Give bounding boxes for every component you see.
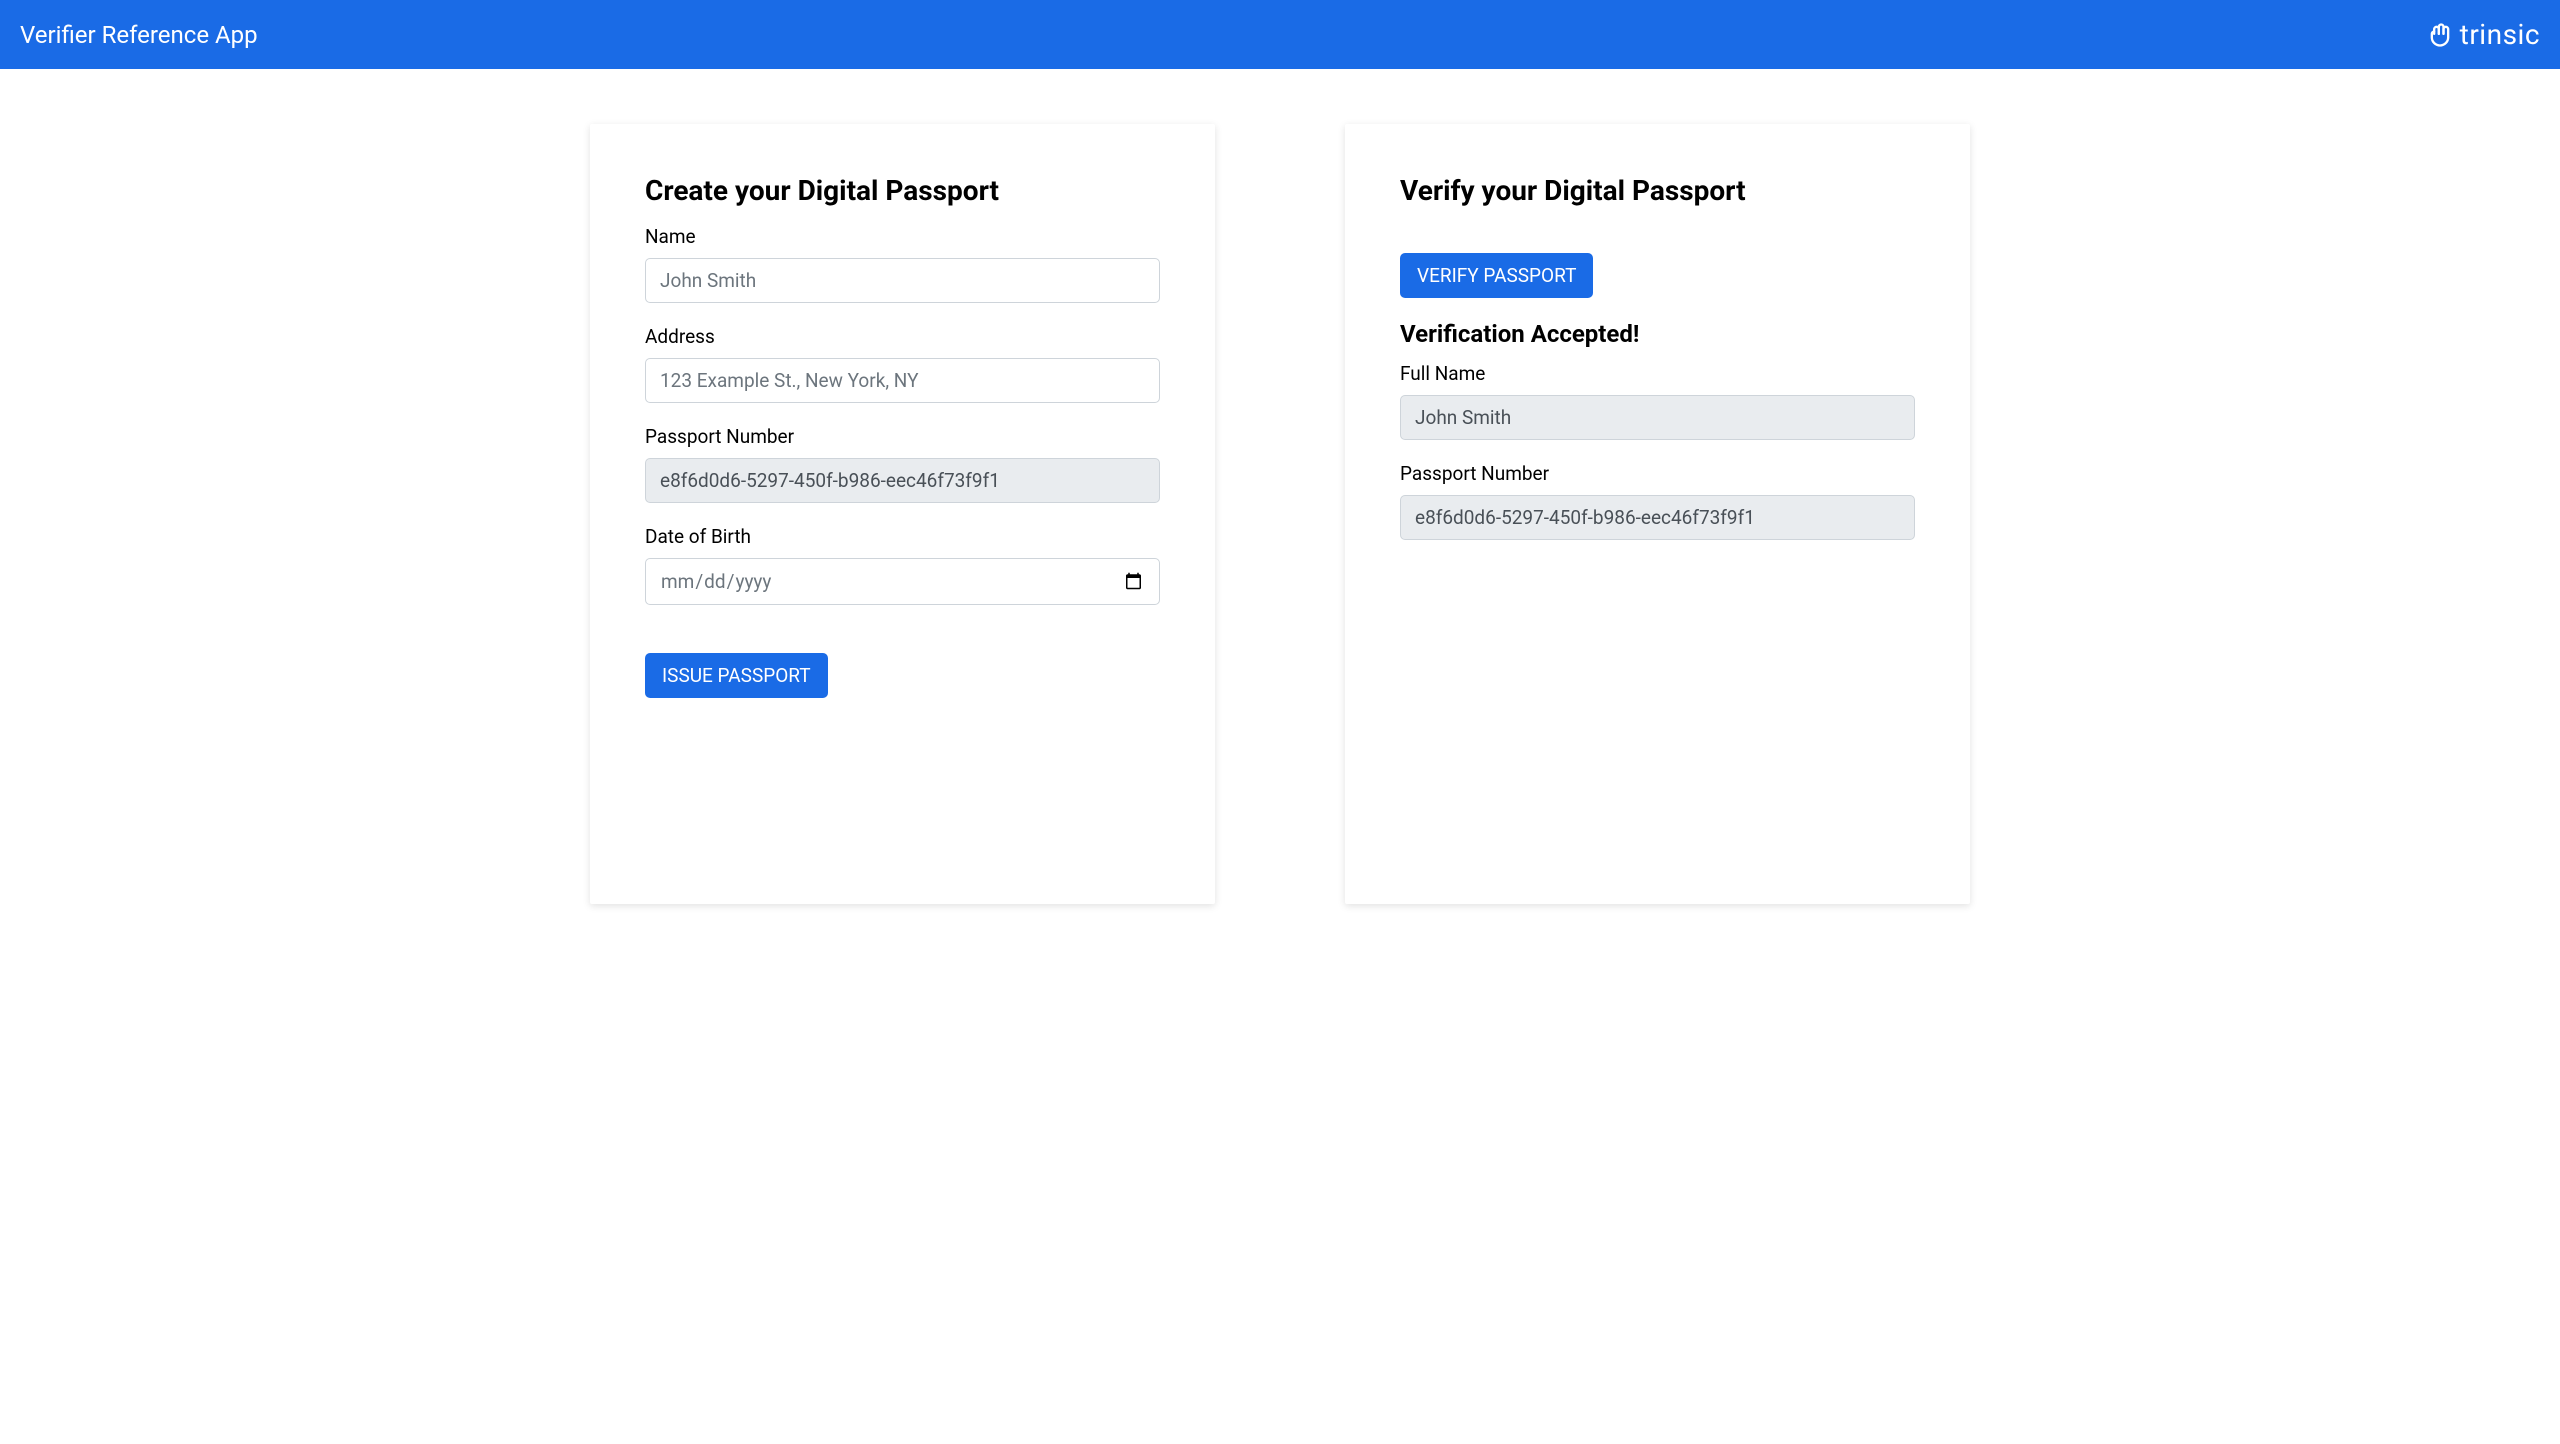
verify-passport-number-output: [1400, 495, 1915, 540]
passport-number-label: Passport Number: [645, 425, 1160, 448]
dob-wrapper: [645, 558, 1160, 605]
address-input[interactable]: [645, 358, 1160, 403]
passport-number-input: [645, 458, 1160, 503]
verify-card-title: Verify your Digital Passport: [1400, 174, 1915, 207]
hand-icon: [2426, 21, 2454, 49]
verify-passport-button[interactable]: VERIFY PASSPORT: [1400, 253, 1593, 298]
create-card-title: Create your Digital Passport: [645, 174, 1160, 207]
full-name-label: Full Name: [1400, 362, 1915, 385]
name-label: Name: [645, 225, 1160, 248]
header: Verifier Reference App trinsic: [0, 0, 2560, 69]
verification-status-title: Verification Accepted!: [1400, 320, 1915, 348]
dob-label: Date of Birth: [645, 525, 1160, 548]
brand-text: trinsic: [2460, 18, 2540, 51]
main-content: Create your Digital Passport Name Addres…: [0, 69, 2560, 904]
app-title: Verifier Reference App: [20, 21, 258, 49]
create-passport-card: Create your Digital Passport Name Addres…: [590, 124, 1215, 904]
dob-input[interactable]: [645, 558, 1160, 605]
brand-logo: trinsic: [2426, 18, 2540, 51]
issue-passport-button[interactable]: ISSUE PASSPORT: [645, 653, 828, 698]
verify-passport-card: Verify your Digital Passport VERIFY PASS…: [1345, 124, 1970, 904]
address-label: Address: [645, 325, 1160, 348]
full-name-output: [1400, 395, 1915, 440]
verify-passport-number-label: Passport Number: [1400, 462, 1915, 485]
name-input[interactable]: [645, 258, 1160, 303]
